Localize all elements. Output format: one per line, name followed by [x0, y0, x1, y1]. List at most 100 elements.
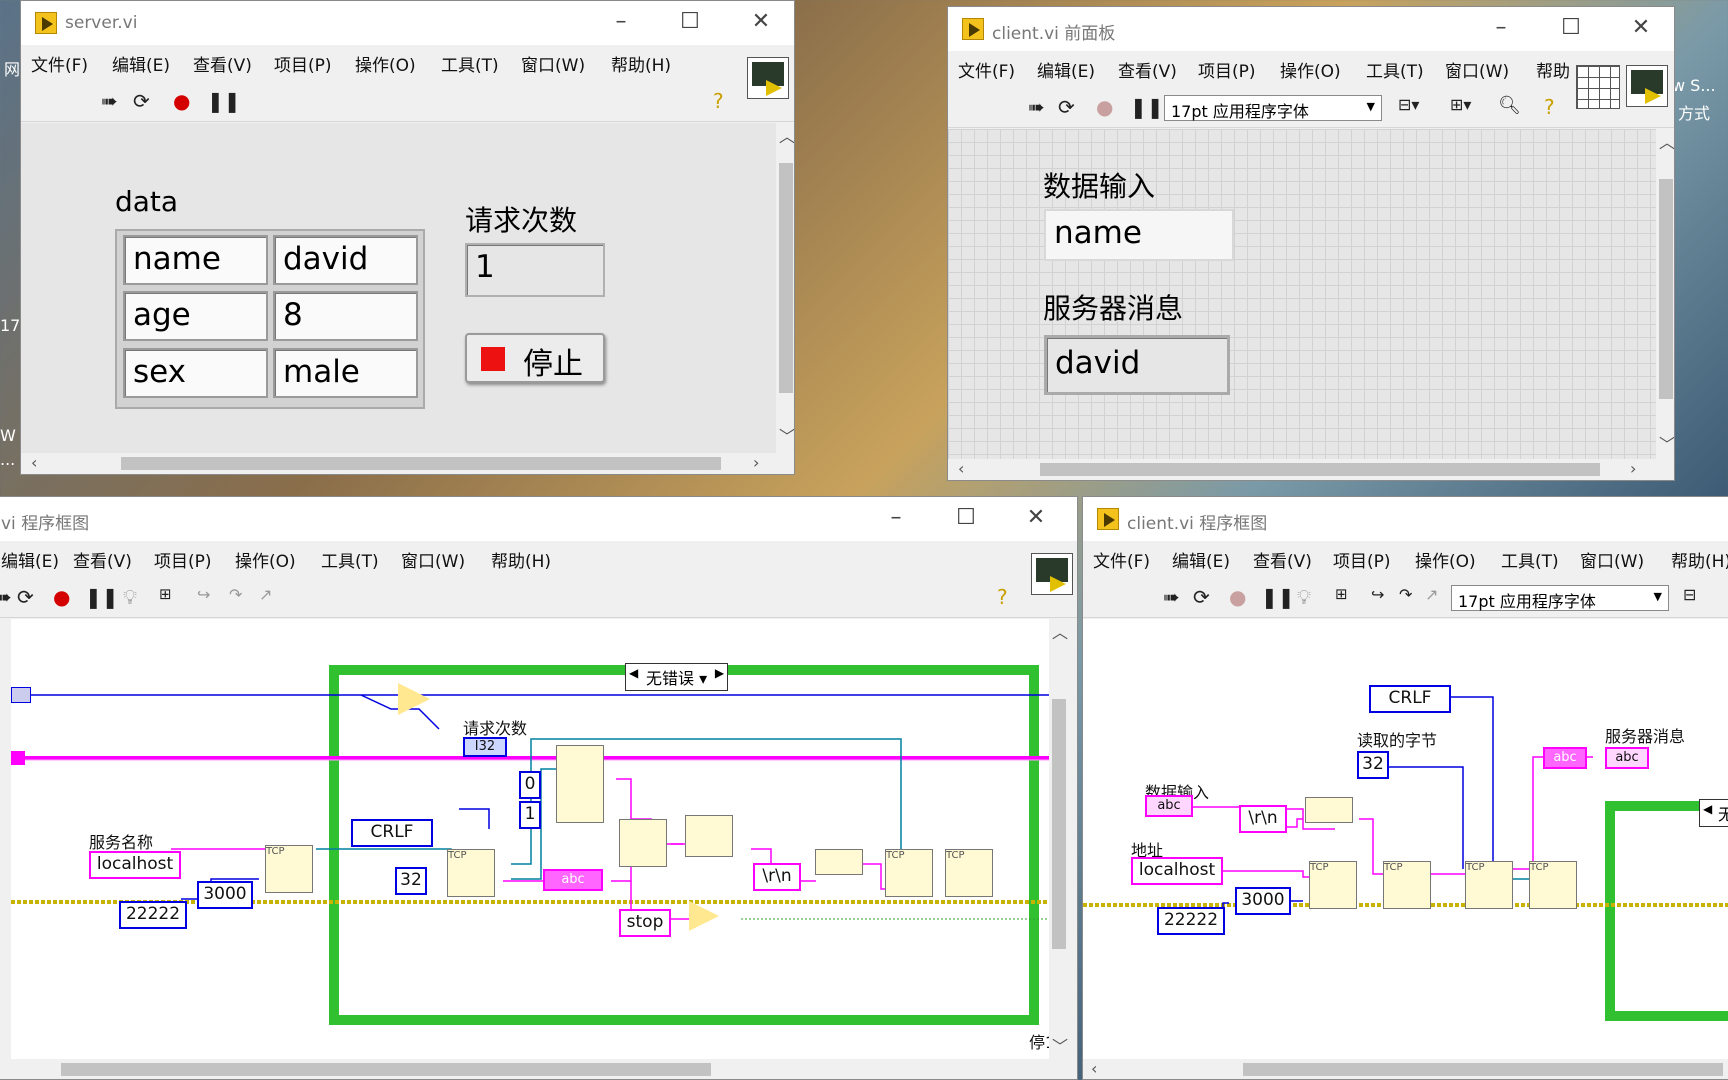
scroll-up-icon[interactable]: ︿	[779, 123, 794, 147]
search-array-node[interactable]	[619, 819, 667, 867]
scroll-thumb[interactable]	[1040, 463, 1600, 476]
newline-constant[interactable]: \r\n	[1239, 805, 1287, 833]
align-icon[interactable]: ⊟	[1683, 585, 1696, 604]
tcp-read-node[interactable]: TCP	[1465, 861, 1513, 909]
close-icon[interactable]: ✕	[1626, 15, 1656, 40]
menu-file[interactable]: 文件(F)	[31, 51, 88, 76]
table-cell[interactable]: name	[123, 235, 268, 285]
retain-wire-values-icon[interactable]: ⊞	[159, 585, 172, 603]
data-input-terminal[interactable]: abc	[1145, 795, 1193, 817]
menu-help[interactable]: 帮助(H)	[1671, 547, 1728, 572]
crlf-constant[interactable]: CRLF	[1369, 685, 1451, 713]
title-bar[interactable]: client.vi 前面板 – ☐ ✕	[948, 7, 1674, 51]
align-icon[interactable]: ⊟▾	[1398, 95, 1419, 114]
help-icon[interactable]: ?	[713, 89, 724, 113]
pause-icon[interactable]: ❚❚	[1130, 95, 1164, 119]
abort-icon[interactable]: ●	[53, 585, 70, 609]
help-icon[interactable]: ?	[997, 585, 1008, 609]
tcp-write-node[interactable]: TCP	[885, 849, 933, 897]
menu-window[interactable]: 窗口(W)	[1445, 57, 1509, 82]
search-icon[interactable]: 🔍︎	[1498, 95, 1521, 116]
distribute-icon[interactable]: ⊞▾	[1450, 95, 1471, 114]
increment-node[interactable]	[398, 683, 430, 715]
tcp-read-node[interactable]: TCP	[447, 849, 495, 897]
port-constant[interactable]: 22222	[1157, 907, 1225, 935]
run-arrow-icon[interactable]: ➠	[1163, 585, 1180, 609]
menu-help[interactable]: 帮助(H)	[611, 51, 671, 76]
run-continuous-icon[interactable]: ⟳	[17, 585, 34, 609]
menu-view[interactable]: 查看(V)	[73, 547, 132, 572]
localhost-constant[interactable]: localhost	[1131, 857, 1223, 885]
connector-pane-icon[interactable]	[1031, 553, 1073, 595]
bytes-constant[interactable]: 32	[1357, 751, 1389, 779]
step-out-icon[interactable]: ↗	[1425, 585, 1438, 604]
scroll-up-icon[interactable]: ︿	[1659, 129, 1674, 153]
menu-view[interactable]: 查看(V)	[1118, 57, 1177, 82]
connector-grid-icon[interactable]	[1576, 65, 1620, 109]
tcp-close-node[interactable]: TCP	[1529, 861, 1577, 909]
scroll-thumb[interactable]	[1659, 179, 1673, 399]
run-arrow-icon[interactable]: ➠	[0, 585, 12, 609]
tcp-open-node[interactable]: TCP	[1309, 861, 1357, 909]
scroll-left-icon[interactable]: ‹	[1091, 1059, 1097, 1078]
scroll-thumb[interactable]	[1052, 699, 1066, 949]
menu-operate[interactable]: 操作(O)	[1280, 57, 1341, 82]
scroll-thumb[interactable]	[61, 1063, 711, 1076]
connector-pane-icon[interactable]	[747, 57, 789, 99]
newline-constant[interactable]: \r\n	[753, 863, 801, 891]
horizontal-scrollbar[interactable]: ‹ ›	[948, 459, 1656, 479]
run-arrow-icon[interactable]: ➠	[1028, 95, 1045, 119]
font-select[interactable]: 17pt 应用程序字体	[1164, 95, 1382, 121]
concatenate-node[interactable]	[815, 849, 863, 875]
crlf-constant[interactable]: CRLF	[351, 819, 433, 847]
menu-view[interactable]: 查看(V)	[1253, 547, 1312, 572]
step-over-icon[interactable]: ↷	[1399, 585, 1412, 604]
index-zero-constant[interactable]: 0	[519, 771, 541, 799]
scroll-thumb[interactable]	[1243, 1063, 1723, 1076]
vertical-scrollbar[interactable]: ︿ ﹀	[776, 123, 794, 453]
step-over-icon[interactable]: ↷	[229, 585, 242, 604]
font-select[interactable]: 17pt 应用程序字体	[1451, 585, 1669, 611]
equal-compare-node[interactable]	[689, 901, 719, 931]
title-bar[interactable]: client.vi 程序框图	[1083, 497, 1728, 541]
stop-button[interactable]: 停止	[465, 333, 605, 383]
run-continuous-icon[interactable]: ⟳	[1058, 95, 1075, 119]
scroll-down-icon[interactable]: ﹀	[1052, 1033, 1068, 1057]
scroll-left-icon[interactable]: ‹	[31, 453, 37, 472]
pause-icon[interactable]: ❚❚	[85, 585, 119, 609]
menu-edit[interactable]: 编辑(E)	[1037, 57, 1095, 82]
menu-tools[interactable]: 工具(T)	[441, 51, 499, 76]
scroll-down-icon[interactable]: ﹀	[779, 423, 794, 447]
menu-edit[interactable]: 编辑(E)	[1, 547, 59, 572]
menu-help[interactable]: 帮助	[1536, 57, 1570, 82]
vertical-scrollbar[interactable]: ︿ ﹀	[1656, 129, 1674, 459]
menu-file[interactable]: 文件(F)	[1093, 547, 1150, 572]
menu-window[interactable]: 窗口(W)	[401, 547, 465, 572]
menu-project[interactable]: 项目(P)	[154, 547, 212, 572]
minimize-icon[interactable]: –	[1486, 15, 1516, 40]
scroll-right-icon[interactable]: ›	[753, 453, 759, 472]
menu-tools[interactable]: 工具(T)	[1366, 57, 1424, 82]
menu-tools[interactable]: 工具(T)	[321, 547, 379, 572]
abort-icon[interactable]: ●	[1096, 95, 1113, 119]
menu-file[interactable]: 文件(F)	[958, 57, 1015, 82]
vertical-scrollbar[interactable]: ︿ ﹀	[1049, 619, 1069, 1059]
run-continuous-icon[interactable]: ⟳	[133, 89, 150, 113]
scroll-thumb[interactable]	[121, 457, 721, 470]
menu-edit[interactable]: 编辑(E)	[112, 51, 170, 76]
minimize-icon[interactable]: –	[881, 505, 911, 530]
scroll-up-icon[interactable]: ︿	[1052, 619, 1068, 643]
maximize-icon[interactable]: ☐	[951, 505, 981, 530]
step-into-icon[interactable]: ↪	[1371, 585, 1384, 604]
connector-pane-icon[interactable]	[1626, 65, 1668, 107]
table-cell[interactable]: david	[273, 235, 418, 285]
pause-icon[interactable]: ❚❚	[1261, 585, 1295, 609]
step-out-icon[interactable]: ↗	[259, 585, 272, 604]
menu-help[interactable]: 帮助(H)	[491, 547, 551, 572]
horizontal-scrollbar[interactable]: ‹	[1083, 1059, 1728, 1079]
scroll-thumb[interactable]	[779, 163, 793, 393]
maximize-icon[interactable]: ☐	[675, 9, 705, 34]
menu-tools[interactable]: 工具(T)	[1501, 547, 1559, 572]
scroll-down-icon[interactable]: ﹀	[1659, 431, 1674, 455]
menu-operate[interactable]: 操作(O)	[355, 51, 416, 76]
